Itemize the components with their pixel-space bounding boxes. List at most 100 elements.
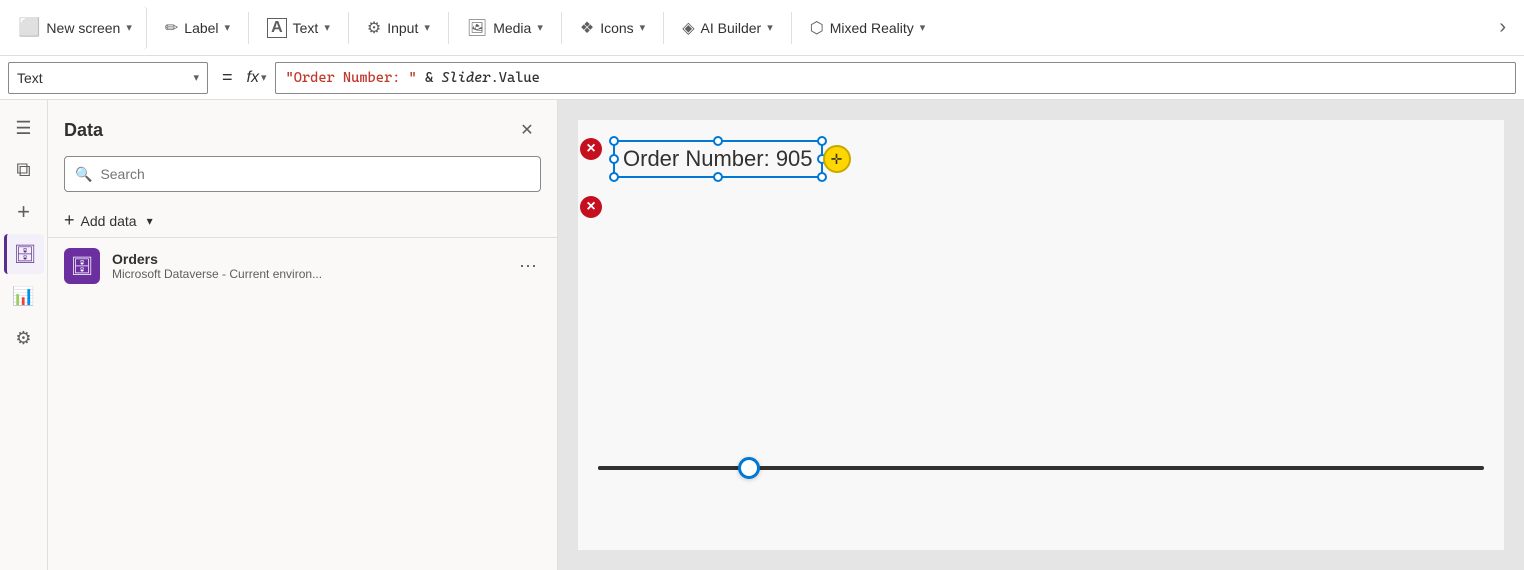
property-chevron: ▾ <box>193 71 199 84</box>
selected-text-element[interactable]: Order Number: 905 ✛ <box>613 140 823 178</box>
add-data-label: Add data <box>81 213 137 229</box>
formula-var-part: Slider <box>441 70 490 86</box>
formula-string-part: "Order Number: " <box>286 70 417 86</box>
resize-handle-tc[interactable] <box>713 136 723 146</box>
label-chevron: ▾ <box>225 21 231 34</box>
canvas-area: × Order Number: 905 ✛ <box>558 100 1524 570</box>
search-icon: 🔍 <box>75 166 92 183</box>
delete-button-1[interactable]: × <box>580 138 602 160</box>
main-layout: ☰ ⧉ + 🗄 📊 ⚙ Data ✕ 🔍 + Add data <box>0 100 1524 570</box>
input-button[interactable]: ⚙ Input ▾ <box>357 6 440 50</box>
text-chevron: ▾ <box>324 21 330 34</box>
formula-op-part: & <box>425 70 441 86</box>
data-source-desc: Microsoft Dataverse - Current environ... <box>112 267 503 281</box>
fx-label: fx <box>247 69 259 87</box>
search-box[interactable]: 🔍 <box>64 156 541 192</box>
fx-button[interactable]: fx ▾ <box>247 69 267 87</box>
resize-handle-bl[interactable] <box>609 172 619 182</box>
resize-handle-ml[interactable] <box>609 154 619 164</box>
data-source-name: Orders <box>112 251 503 267</box>
media-chevron: ▾ <box>537 21 543 34</box>
media-icon: 🖼 <box>467 18 487 38</box>
resize-handle-tr[interactable] <box>817 136 827 146</box>
label-label: Label <box>184 20 218 36</box>
new-screen-button[interactable]: ⬜ New screen ▾ <box>8 6 147 50</box>
slider-filled <box>598 466 757 470</box>
add-data-button[interactable]: + Add data ▾ <box>48 204 557 237</box>
formula-input[interactable]: "Order Number: " & Slider.Value <box>275 62 1517 94</box>
mixed-reality-icon: ⬡ <box>810 18 824 38</box>
more-icon: › <box>1499 16 1506 39</box>
property-value: Text <box>17 70 43 86</box>
sidebar-item-layers[interactable]: ⧉ <box>4 150 44 190</box>
label-button[interactable]: ✏ Label ▾ <box>155 6 240 50</box>
data-source-orders-info: Orders Microsoft Dataverse - Current env… <box>112 251 503 281</box>
icons-label: Icons <box>600 20 633 36</box>
ai-builder-label: AI Builder <box>701 20 762 36</box>
slider-track <box>598 466 1484 470</box>
resize-handle-bc[interactable] <box>713 172 723 182</box>
data-source-more-icon[interactable]: ⋯ <box>515 252 541 281</box>
toolbar-divider-1 <box>248 12 249 44</box>
property-selector[interactable]: Text ▾ <box>8 62 208 94</box>
slider-container[interactable] <box>598 466 1484 470</box>
left-sidebar: ☰ ⧉ + 🗄 📊 ⚙ <box>0 100 48 570</box>
data-panel-close-button[interactable]: ✕ <box>513 116 541 144</box>
input-label: Input <box>387 20 418 36</box>
delete-button-2[interactable]: × <box>580 196 602 218</box>
formula-bar: Text ▾ = fx ▾ "Order Number: " & Slider.… <box>0 56 1524 100</box>
sidebar-item-database[interactable]: 🗄 <box>4 234 44 274</box>
orders-db-icon: 🗄 <box>71 256 94 277</box>
hamburger-icon: ☰ <box>15 118 31 139</box>
delete-icon-1: × <box>586 141 595 157</box>
element-text-content: Order Number: 905 <box>623 146 813 172</box>
resize-handle-br[interactable] <box>817 172 827 182</box>
ai-builder-button[interactable]: ◈ AI Builder ▾ <box>672 6 783 50</box>
canvas-frame: × Order Number: 905 ✛ <box>578 120 1504 550</box>
data-source-orders-icon: 🗄 <box>64 248 100 284</box>
toolbar-divider-5 <box>663 12 664 44</box>
data-panel-header: Data ✕ <box>48 100 557 156</box>
sidebar-item-plus[interactable]: + <box>4 192 44 232</box>
toolbar: ⬜ New screen ▾ ✏ Label ▾ A Text ▾ ⚙ Inpu… <box>0 0 1524 56</box>
database-icon: 🗄 <box>14 244 37 265</box>
add-data-plus-icon: + <box>64 210 75 231</box>
ai-builder-chevron: ▾ <box>767 21 773 34</box>
settings-icon: ⚙ <box>15 328 31 349</box>
text-button[interactable]: A Text ▾ <box>257 6 340 50</box>
data-panel: Data ✕ 🔍 + Add data ▾ 🗄 Orders Microsoft… <box>48 100 558 570</box>
input-chevron: ▾ <box>424 21 430 34</box>
add-data-chevron: ▾ <box>147 214 153 228</box>
plus-icon: + <box>17 199 30 225</box>
delete-icon-2: × <box>586 199 595 215</box>
move-cursor-icon: ✛ <box>823 145 851 173</box>
label-icon: ✏ <box>165 18 178 38</box>
media-label: Media <box>493 20 531 36</box>
text-label: Text <box>293 20 319 36</box>
data-source-orders[interactable]: 🗄 Orders Microsoft Dataverse - Current e… <box>48 237 557 294</box>
ai-builder-icon: ◈ <box>682 18 694 38</box>
mixed-reality-chevron: ▾ <box>920 21 926 34</box>
slider-thumb[interactable] <box>738 457 760 479</box>
icons-button[interactable]: ❖ Icons ▾ <box>570 6 655 50</box>
fx-chevron: ▾ <box>261 71 267 84</box>
sidebar-item-settings[interactable]: ⚙ <box>4 318 44 358</box>
sidebar-item-hamburger[interactable]: ☰ <box>4 108 44 148</box>
icons-icon: ❖ <box>580 18 594 38</box>
toolbar-divider-2 <box>348 12 349 44</box>
formula-prop-part: Value <box>499 70 540 86</box>
search-input[interactable] <box>100 166 530 182</box>
new-screen-chevron: ▾ <box>126 21 132 34</box>
media-button[interactable]: 🖼 Media ▾ <box>457 6 553 50</box>
sidebar-item-chart[interactable]: 📊 <box>4 276 44 316</box>
resize-handle-tl[interactable] <box>609 136 619 146</box>
formula-dot: . <box>491 70 499 86</box>
toolbar-divider-3 <box>448 12 449 44</box>
new-screen-icon: ⬜ <box>18 17 40 38</box>
mixed-reality-label: Mixed Reality <box>830 20 914 36</box>
input-icon: ⚙ <box>367 18 381 38</box>
icons-chevron: ▾ <box>640 21 646 34</box>
data-panel-title: Data <box>64 120 103 141</box>
more-button[interactable]: › <box>1489 6 1516 50</box>
mixed-reality-button[interactable]: ⬡ Mixed Reality ▾ <box>800 6 936 50</box>
